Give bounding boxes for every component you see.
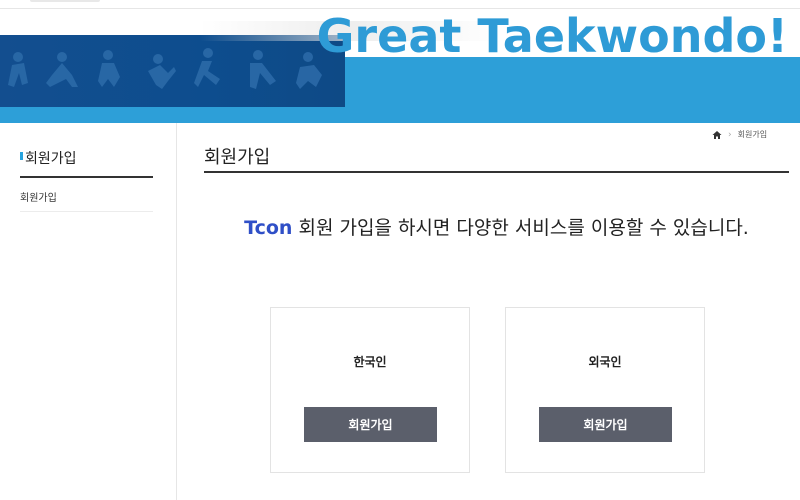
intro-brand: Tcon [244,217,293,239]
intro-message: Tcon 회원 가입을 하시면 다양한 서비스를 이용할 수 있습니다. [204,213,789,243]
home-icon[interactable] [712,130,722,140]
breadcrumb-current: 회원가입 [737,130,768,139]
utility-links-faded [30,0,100,2]
sidebar-item-signup[interactable]: 회원가입 [20,184,153,212]
card-label-foreigner: 외국인 [588,355,622,369]
breadcrumb: › 회원가입 [712,129,767,140]
sidebar-title: 회원가입 [25,151,77,167]
intro-text: 회원 가입을 하시면 다양한 서비스를 이용할 수 있습니다. [292,217,749,239]
top-utility-bar [0,0,800,9]
signup-card-foreigner: 외국인 회원가입 [505,307,705,473]
sidebar-divider [176,123,177,500]
signup-button-korean[interactable]: 회원가입 [304,407,437,442]
signup-button-foreigner[interactable]: 회원가입 [539,407,672,442]
sidebar-accent-mark [20,152,23,160]
title-divider [204,171,789,173]
page-title: 회원가입 [204,147,271,168]
header-banner: Great Taekwondo! [0,9,800,123]
banner-title: Great Taekwondo! [316,9,788,63]
sidebar-header: 회원가입 [20,146,153,178]
chevron-right-icon: › [728,129,732,140]
card-label-korean: 한국인 [353,355,387,369]
signup-card-korean: 한국인 회원가입 [270,307,470,473]
taekwondo-silhouettes [8,48,322,89]
taekwondo-figures-image [0,35,345,107]
